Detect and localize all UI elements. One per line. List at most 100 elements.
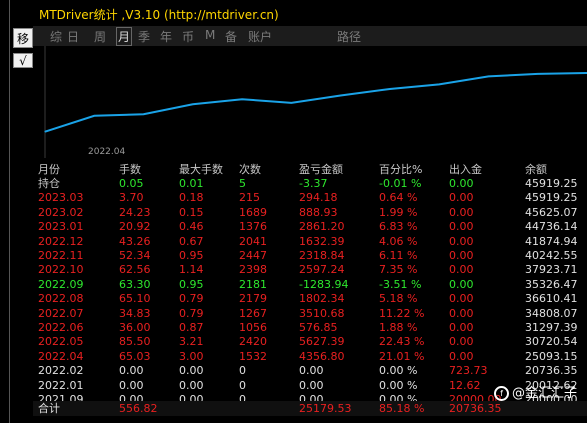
cell-col-1: 0.00 (119, 378, 144, 392)
cell-col-2: 0.18 (179, 191, 204, 205)
cell-col-3: 2041 (239, 234, 267, 248)
cell-col-2: 0.79 (179, 306, 204, 320)
cell-col-2: 0.00 (179, 364, 204, 378)
cell-col-6: 0.00 (449, 220, 474, 234)
balance-chart: 2022.04 (44, 46, 587, 158)
table-row[interactable]: 2022.04 65.03 3.00 1532 4356.80 21.01 % 0.00 25… (33, 349, 587, 364)
table-row[interactable]: 2022.08 65.10 0.79 2179 1802.34 5.18 % 0.00 366… (33, 291, 587, 306)
cell-col-1: 34.83 (119, 306, 151, 320)
cell-col-0: 2022.04 (38, 349, 84, 363)
balance-point-6 (340, 94, 342, 97)
tab-8[interactable]: 备 (225, 28, 237, 45)
cell-col-1: 0.05 (119, 177, 144, 190)
cell-col-5: 1.88 % (379, 321, 418, 334)
cell-col-4: 25179.53 (299, 402, 352, 415)
cell-col-7: 41874.94 (525, 234, 578, 248)
cell-col-2: 0.00 (179, 378, 204, 392)
cell-col-0: 2022.01 (38, 378, 84, 392)
cell-col-6: 0.00 (449, 349, 474, 363)
table-total-row[interactable]: 合计 556.82 25179.53 85.18 % 20736.35 (33, 401, 587, 416)
cell-col-2: 0.15 (179, 205, 204, 219)
tab-1[interactable]: 日 (67, 28, 79, 45)
cell-col-4: 0.00 (299, 378, 324, 392)
move-tool-icon[interactable]: 移 (13, 28, 33, 48)
cell-col-0: 2022.10 (38, 263, 84, 277)
cell-col-5: 4.06 % (379, 234, 418, 248)
cell-col-6: 0.00 (449, 191, 474, 205)
cell-col-0: 2022.12 (38, 234, 84, 248)
table-row[interactable]: 2022.12 43.26 0.67 2041 1632.39 4.06 % 0.00 418… (33, 234, 587, 249)
tab-0[interactable]: 综 (50, 28, 62, 45)
table-row[interactable]: 2023.03 3.70 0.18 215 294.18 0.64 % 0.00 45919.… (33, 190, 587, 205)
stats-window: MTDriver统计 ,V3.10 (http://mtdriver.cn) 综… (33, 0, 587, 423)
table-row[interactable]: 持仓 0.05 0.01 5 -3.37 -0.01 % 0.00 45919.25 (33, 176, 587, 191)
cell-col-7: 45625.07 (525, 205, 578, 219)
cell-col-1: 63.30 (119, 277, 151, 291)
table-row[interactable]: 2022.02 0.00 0.00 0 0.00 0.00 % 723.73 20736.35 (33, 363, 587, 378)
table-row[interactable]: 2022.09 63.30 0.95 2181 -1283.94 -3.51 % 0.00 3… (33, 277, 587, 292)
table-row[interactable]: 2023.02 24.23 0.15 1689 888.93 1.99 % 0.00 4562… (33, 205, 587, 220)
cell-col-2: 0.87 (179, 321, 204, 334)
tab-6[interactable]: 币 (182, 28, 194, 45)
check-tool-icon[interactable]: √ (13, 53, 33, 68)
cell-col-4: 294.18 (299, 191, 338, 205)
table-header: 月份 手数 最大手数 次数 盈亏金额 百分比% 出入金 余额 (33, 162, 587, 177)
cell-col-3: 5 (239, 177, 246, 190)
cell-col-6: 20736.35 (449, 402, 502, 415)
cell-col-5: 7.35 % (379, 263, 418, 277)
table-row[interactable]: 2022.11 52.34 0.95 2447 2318.84 6.11 % 0.00 402… (33, 248, 587, 263)
cell-col-7: 25093.15 (525, 349, 578, 363)
cell-col-3: 2447 (239, 249, 267, 262)
cell-col-3: 0 (239, 378, 246, 392)
watermark-text: @金汇汇子 (511, 386, 577, 401)
cell-col-4: 3510.68 (299, 306, 345, 320)
cell-col-2: 最大手数 (179, 163, 223, 176)
table-row[interactable]: 2022.10 62.56 1.14 2398 2597.24 7.35 % 0.00 379… (33, 262, 587, 277)
balance-point-10 (537, 73, 539, 75)
cell-col-4: 2597.24 (299, 263, 345, 277)
cell-col-6: 723.73 (449, 364, 488, 378)
cell-col-3: 2398 (239, 263, 267, 277)
tab-2[interactable]: 周 (94, 28, 106, 45)
cell-col-1: 36.00 (119, 321, 151, 334)
cell-col-5: -3.51 % (379, 277, 422, 291)
cell-col-3: 1532 (239, 349, 267, 363)
table-row[interactable]: 2022.07 34.83 0.79 1267 3510.68 11.22 % 0.00 34… (33, 306, 587, 321)
cell-col-4: 2318.84 (299, 249, 345, 262)
cell-col-1: 85.50 (119, 335, 151, 349)
table-row[interactable]: 2022.06 36.00 0.87 1056 576.85 1.88 % 0.00 3129… (33, 320, 587, 335)
tab-5[interactable]: 年 (160, 28, 172, 45)
cell-col-1: 62.56 (119, 263, 151, 277)
balance-series-line (44, 72, 587, 133)
balance-point-3 (192, 103, 194, 105)
cell-col-4: 888.93 (299, 205, 338, 219)
cell-col-1: 20.92 (119, 220, 151, 234)
table-row[interactable]: 2023.01 20.92 0.46 1376 2861.20 6.83 % 0.00 447… (33, 219, 587, 234)
cell-col-2: 1.14 (179, 263, 204, 277)
cell-col-4: 1632.39 (299, 234, 345, 248)
tab-3[interactable]: 月 (116, 27, 133, 46)
cell-col-0: 2023.03 (38, 191, 84, 205)
tab-4[interactable]: 季 (138, 28, 150, 45)
table-row[interactable]: 2022.05 85.50 3.21 2420 5627.39 22.43 % 0.00 30… (33, 334, 587, 349)
cell-col-7: 34808.07 (525, 306, 578, 320)
cell-col-0: 2023.02 (38, 205, 84, 219)
cell-col-7: 37923.71 (525, 263, 578, 277)
tab-7[interactable]: M (205, 28, 215, 42)
cell-col-6: 0.00 (449, 277, 474, 291)
cell-col-7: 40242.55 (525, 249, 578, 262)
cell-col-6: 0.00 (449, 263, 474, 277)
balance-point-4 (241, 98, 243, 100)
cell-col-5: 0.00 % (379, 364, 418, 378)
cell-col-2: 0.46 (179, 220, 204, 234)
cell-col-4: 2861.20 (299, 220, 345, 234)
window-title: MTDriver统计 ,V3.10 (http://mtdriver.cn) (39, 8, 279, 22)
cell-col-3: 1376 (239, 220, 267, 234)
cell-col-5: 85.18 % (379, 402, 425, 415)
cell-col-2: 3.21 (179, 335, 204, 349)
tab-10[interactable]: 路径 (337, 28, 361, 45)
tab-9[interactable]: 账户 (248, 28, 272, 45)
cell-col-5: 22.43 % (379, 335, 425, 349)
cell-col-5: 5.18 % (379, 292, 418, 306)
cell-col-4: 576.85 (299, 321, 338, 334)
